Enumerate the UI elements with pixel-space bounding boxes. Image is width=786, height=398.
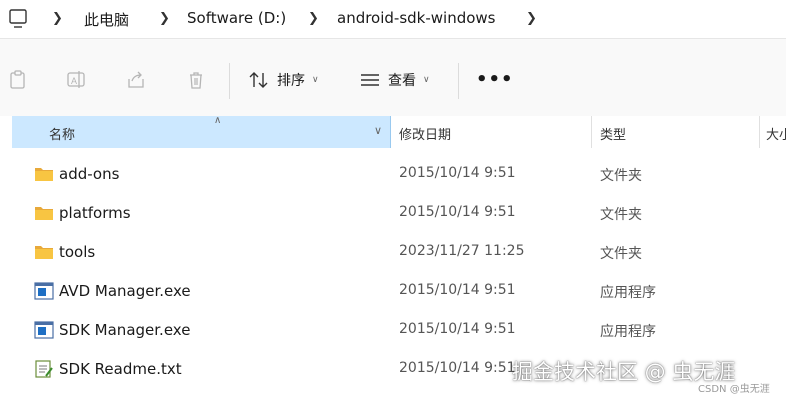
text-file-icon bbox=[35, 360, 53, 378]
file-type: 应用程序 bbox=[600, 285, 656, 301]
chevron-down-icon: ∨ bbox=[423, 75, 430, 85]
sort-label: 排序 bbox=[277, 73, 305, 89]
file-name: add-ons bbox=[59, 165, 120, 183]
column-header-type-label: 类型 bbox=[600, 128, 627, 143]
sort-button[interactable]: 排序 ∨ bbox=[249, 67, 319, 93]
chevron-down-icon: ∨ bbox=[312, 75, 319, 85]
file-date: 2015/10/14 9:51 bbox=[399, 204, 516, 220]
file-name: AVD Manager.exe bbox=[59, 282, 191, 300]
rename-icon[interactable]: A bbox=[66, 69, 86, 91]
address-bar[interactable]: ❯ 此电脑 ❯ Software (D:) ❯ android-sdk-wind… bbox=[0, 0, 786, 38]
file-name: tools bbox=[59, 243, 96, 261]
chevron-right-icon[interactable]: ❯ bbox=[308, 11, 319, 26]
paste-icon[interactable] bbox=[8, 69, 28, 91]
file-date: 2015/10/14 9:51 bbox=[399, 165, 516, 181]
toolbar-divider bbox=[458, 63, 459, 99]
file-type: 文件夹 bbox=[600, 246, 642, 262]
file-type: 文件夹 bbox=[600, 168, 642, 184]
exe-icon bbox=[34, 321, 54, 339]
column-header-date-label: 修改日期 bbox=[399, 128, 452, 143]
file-row-tools[interactable]: tools 2023/11/27 11:25 文件夹 bbox=[12, 232, 786, 271]
column-header-name[interactable]: ∧ 名称 ∨ bbox=[12, 115, 391, 148]
command-bar: A 排序 ∨ 查看 ∨ ••• bbox=[0, 39, 786, 116]
column-header-type[interactable]: 类型 bbox=[592, 116, 760, 148]
column-header-name-label: 名称 bbox=[49, 128, 76, 143]
chevron-right-icon[interactable]: ❯ bbox=[159, 11, 170, 26]
file-name: SDK Readme.txt bbox=[59, 360, 182, 378]
column-header-date[interactable]: 修改日期 bbox=[391, 116, 592, 148]
sort-ascending-icon: ∧ bbox=[214, 115, 222, 126]
view-list-icon bbox=[361, 74, 379, 86]
file-row-platforms[interactable]: platforms 2015/10/14 9:51 文件夹 bbox=[12, 193, 786, 232]
file-date: 2023/11/27 11:25 bbox=[399, 243, 525, 259]
file-name: SDK Manager.exe bbox=[59, 321, 191, 339]
file-date: 2015/10/14 9:51 bbox=[399, 360, 516, 376]
file-date: 2015/10/14 9:51 bbox=[399, 321, 516, 337]
file-name: platforms bbox=[59, 204, 131, 222]
folder-icon bbox=[35, 246, 53, 259]
share-icon[interactable] bbox=[126, 69, 146, 91]
file-date: 2015/10/14 9:51 bbox=[399, 282, 516, 298]
file-row-sdk-manager[interactable]: SDK Manager.exe 2015/10/14 9:51 应用程序 bbox=[12, 310, 786, 349]
column-header-size-label: 大小 bbox=[766, 128, 786, 143]
more-options-button[interactable]: ••• bbox=[476, 71, 514, 89]
file-type: 文件夹 bbox=[600, 207, 642, 223]
delete-icon[interactable] bbox=[186, 69, 206, 91]
sort-icon bbox=[249, 72, 268, 88]
breadcrumb-software-drive[interactable]: Software (D:) bbox=[187, 9, 286, 27]
view-button[interactable]: 查看 ∨ bbox=[360, 67, 430, 93]
view-label: 查看 bbox=[388, 73, 416, 89]
breadcrumb-current-folder[interactable]: android-sdk-windows bbox=[337, 9, 496, 27]
chevron-right-icon[interactable]: ❯ bbox=[52, 11, 63, 26]
folder-icon bbox=[35, 207, 53, 220]
this-pc-icon[interactable] bbox=[9, 9, 27, 29]
breadcrumb-this-pc[interactable]: 此电脑 bbox=[84, 9, 129, 30]
folder-icon bbox=[35, 168, 53, 181]
chevron-down-icon[interactable]: ∨ bbox=[374, 124, 382, 137]
column-header-size[interactable]: 大小 bbox=[760, 116, 786, 148]
watermark-small-text: CSDN @虫无涯 bbox=[698, 384, 770, 395]
chevron-right-icon[interactable]: ❯ bbox=[526, 11, 537, 26]
svg-text:A: A bbox=[71, 76, 77, 86]
toolbar-divider bbox=[229, 63, 230, 99]
file-row-add-ons[interactable]: add-ons 2015/10/14 9:51 文件夹 bbox=[12, 154, 786, 193]
exe-icon bbox=[34, 282, 54, 300]
file-type: 应用程序 bbox=[600, 324, 656, 340]
file-row-avd-manager[interactable]: AVD Manager.exe 2015/10/14 9:51 应用程序 bbox=[12, 271, 786, 310]
